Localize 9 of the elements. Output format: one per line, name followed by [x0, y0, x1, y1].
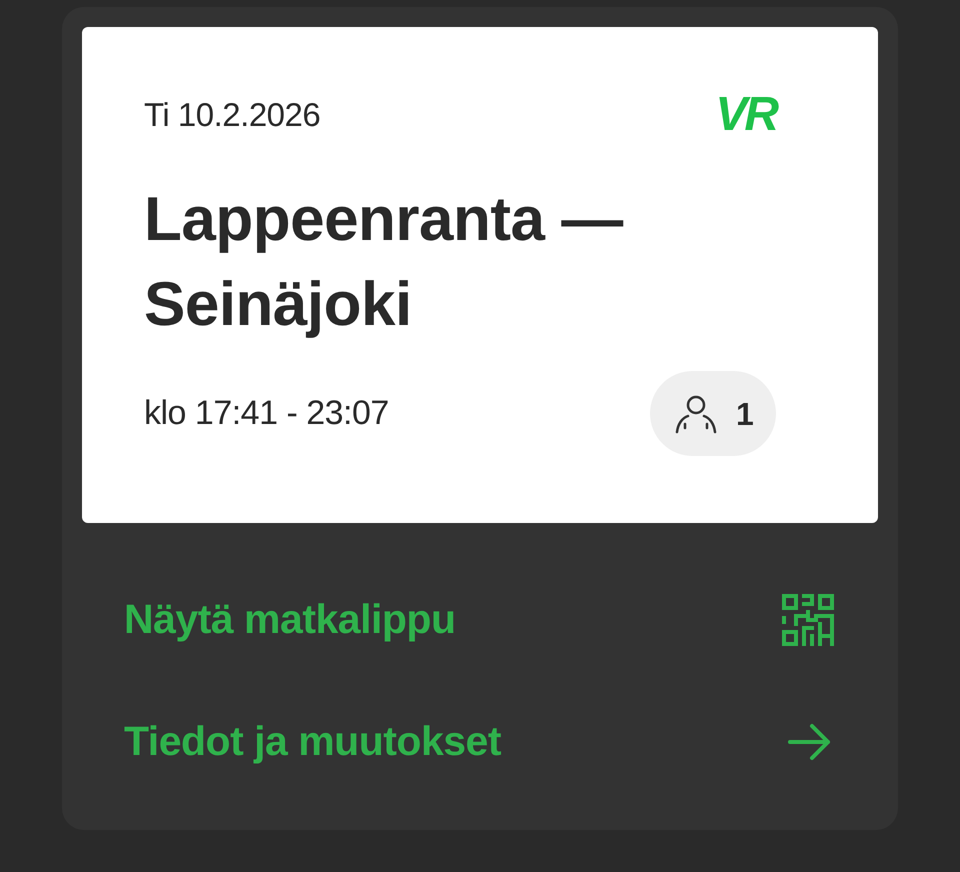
passenger-count: 1 [736, 394, 754, 434]
logo: VR [714, 91, 778, 139]
qr-code-icon [782, 594, 834, 646]
route-title: Lappeenranta — Seinäjoki [144, 184, 624, 341]
action-link[interactable]: Näytä matkalippu [124, 559, 834, 681]
action-link[interactable]: Tiedot ja muutokset [124, 681, 834, 803]
departure-time: klo 17:41 - 23:07 [144, 393, 389, 434]
person-icon [674, 394, 718, 434]
travel-date: Ti 10.2.2026 [144, 95, 320, 136]
